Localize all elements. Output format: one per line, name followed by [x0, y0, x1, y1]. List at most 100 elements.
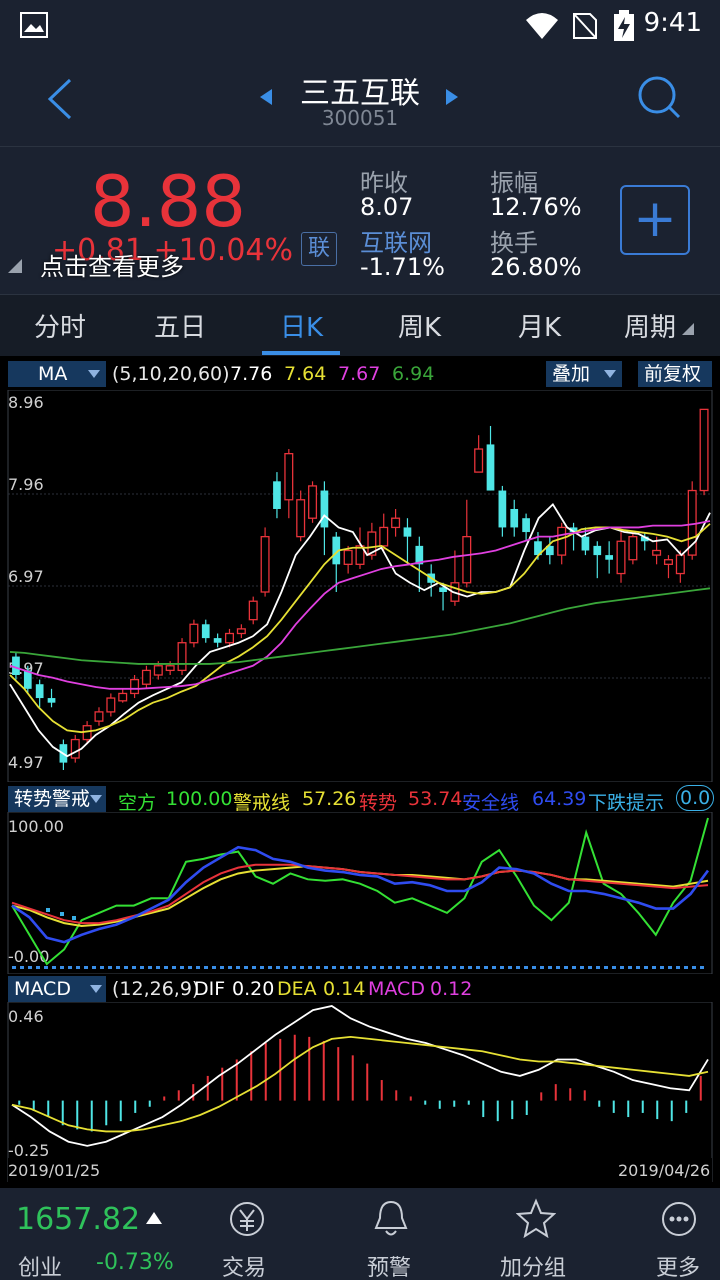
fall-hint-marker	[524, 966, 528, 969]
fall-hint-marker	[300, 966, 304, 969]
fall-hint-marker	[60, 966, 64, 969]
stock-code: 300051	[321, 106, 399, 130]
fall-hint-marker	[436, 966, 440, 969]
tab-weekly-k[interactable]: 周K	[398, 307, 441, 344]
end-date-label: 2019/04/26	[618, 1161, 710, 1180]
add-watchlist-button[interactable]: +	[620, 185, 690, 255]
trend-selector[interactable]: 转势警戒	[8, 786, 106, 812]
candle-up	[141, 669, 151, 685]
nav-alert[interactable]: 预警	[367, 1250, 411, 1280]
fall-hint-marker	[532, 966, 536, 969]
safe-line-value: 64.39	[532, 788, 587, 810]
fall-hint-marker	[444, 966, 448, 969]
candle-up	[248, 600, 258, 621]
amplitude-value: 12.76%	[490, 193, 582, 221]
dropdown-arrow-icon	[90, 985, 102, 993]
nav-more[interactable]: 更多	[656, 1250, 700, 1280]
tab-daily-k[interactable]: 日K	[280, 307, 323, 344]
tab-period[interactable]: 周期	[624, 307, 676, 344]
expand-up-icon[interactable]	[146, 1212, 162, 1224]
bear-value: 100.00	[166, 788, 233, 810]
candle-down	[12, 656, 20, 676]
alert-line-value: 57.26	[302, 788, 357, 810]
fall-hint-marker	[316, 966, 320, 969]
macd-chart[interactable]: 0.46 -0.252019/01/25 2019/04/26	[0, 1002, 720, 1182]
next-stock-icon[interactable]	[444, 88, 460, 106]
fall-hint-marker	[132, 966, 136, 969]
fall-hint-marker	[204, 966, 208, 969]
fall-hint-marker	[108, 966, 112, 969]
candle-up	[663, 559, 673, 565]
candle-down	[320, 490, 329, 528]
adjust-button[interactable]: 前复权	[638, 361, 712, 387]
macd-selector[interactable]: MACD	[8, 976, 106, 1002]
fall-hint-marker	[572, 966, 576, 969]
candle-down	[522, 518, 530, 533]
fall-hint-marker	[172, 966, 176, 969]
search-icon[interactable]	[636, 74, 682, 120]
candle-down	[593, 545, 602, 556]
fall-hint-marker	[292, 966, 296, 969]
bear-label: 空方	[118, 792, 157, 814]
candle-up	[165, 665, 175, 672]
candle-down	[581, 536, 590, 551]
overlay-selector[interactable]: 叠加	[546, 361, 622, 387]
tab-intraday[interactable]: 分时	[34, 307, 86, 344]
wifi-icon	[526, 13, 558, 39]
bell-icon[interactable]	[372, 1198, 410, 1238]
macd-line-dea	[11, 1035, 709, 1133]
fall-hint-marker	[276, 966, 280, 969]
fall-hint-marker	[508, 966, 512, 969]
fall-hint-marker	[284, 966, 288, 969]
fall-hint-marker	[332, 966, 336, 969]
tab-monthly-k[interactable]: 月K	[518, 307, 561, 344]
fall-hint-marker	[700, 966, 704, 969]
fall-hint-marker	[476, 966, 480, 969]
index-value[interactable]: 1657.82	[16, 1202, 140, 1237]
overlay-label: 叠加	[552, 363, 591, 385]
date-strip	[8, 1158, 712, 1182]
quote-panel[interactable]: 8.88 +0.81 +10.04% 点击查看更多 联 昨收 8.07 互联网 …	[0, 146, 720, 294]
tab-five-day[interactable]: 五日	[154, 307, 206, 344]
fall-hint-marker	[260, 966, 264, 969]
ma-line-ma60	[9, 587, 711, 665]
prev-close-value: 8.07	[360, 193, 414, 221]
fall-hint-marker	[356, 966, 360, 969]
fall-hint-marker	[76, 966, 80, 969]
nav-trade[interactable]: 交易	[222, 1250, 266, 1280]
candle-up	[379, 526, 389, 547]
fall-hint-marker	[612, 966, 616, 969]
dropdown-arrow-icon	[88, 370, 100, 378]
trend-line-0	[11, 817, 709, 966]
fall-hint-marker	[660, 966, 664, 969]
fall-hint-marker	[348, 966, 352, 969]
candle-up	[70, 738, 80, 759]
candle-up	[284, 452, 294, 501]
fall-hint-marker	[28, 966, 32, 969]
fall-hint-marker	[420, 966, 424, 969]
more-icon[interactable]	[660, 1200, 698, 1238]
trend-alert-chart[interactable]: 100.00-0.00	[0, 812, 720, 974]
nav-add-group[interactable]: 加分组	[500, 1250, 566, 1280]
ma-selector[interactable]: MA	[8, 361, 106, 387]
ma10-value: 7.64	[284, 363, 327, 385]
star-icon[interactable]	[516, 1198, 556, 1238]
macd-tick-label: -0.25	[8, 1141, 49, 1160]
fall-hint-marker	[404, 966, 408, 969]
fall-hint-marker	[652, 966, 656, 969]
fall-hint-marker	[540, 966, 544, 969]
fall-hint-marker	[68, 966, 72, 969]
trade-icon[interactable]	[228, 1200, 266, 1238]
fall-hint-marker	[236, 966, 240, 969]
related-badge[interactable]: 联	[301, 232, 337, 266]
candle-up	[699, 408, 709, 492]
tap-hint[interactable]: 点击查看更多	[40, 247, 184, 282]
kline-chart[interactable]: 8.967.966.975.974.97	[0, 390, 720, 782]
candle-up	[94, 711, 104, 722]
fall-hint-marker	[116, 966, 120, 969]
fall-hint-marker	[156, 966, 160, 969]
fall-hint-marker	[36, 966, 40, 969]
fall-hint-marker	[46, 908, 50, 912]
alert-line-label: 警戒线	[233, 792, 291, 814]
ma-selector-label: MA	[38, 363, 68, 385]
